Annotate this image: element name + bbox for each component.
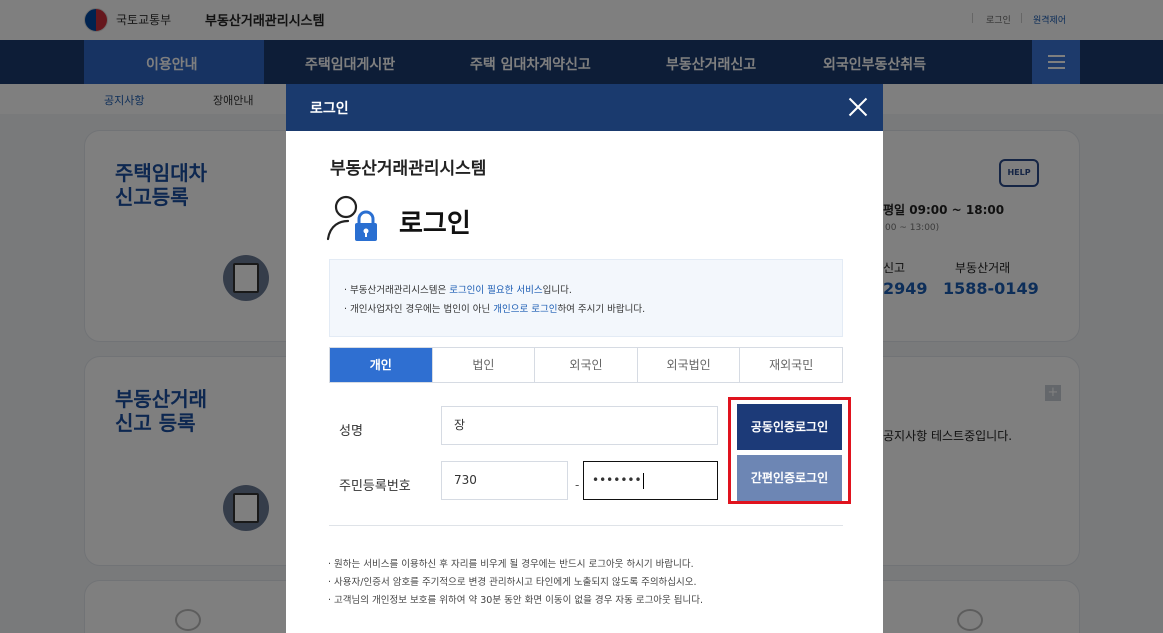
- simple-auth-login-button[interactable]: 간편인증로그인: [737, 455, 842, 501]
- name-label: 성명: [339, 424, 363, 439]
- login-notice-box: · 부동산거래관리시스템은 로그인이 필요한 서비스입니다. · 개인사업자인 …: [329, 259, 843, 337]
- tab-foreign-corporation[interactable]: 외국법인: [636, 348, 740, 382]
- close-icon[interactable]: [846, 95, 870, 119]
- rrn-label: 주민등록번호: [339, 479, 411, 494]
- login-modal: 로그인 부동산거래관리시스템 로그인 · 부동산거래관리시스템은 로그인이 필요…: [286, 84, 883, 633]
- tab-individual[interactable]: 개인: [330, 348, 432, 382]
- modal-title: 로그인: [310, 101, 349, 117]
- notice-line-2: · 개인사업자인 경우에는 법인이 아닌 개인으로 로그인하여 주시기 바랍니다…: [344, 304, 646, 315]
- user-type-tabs: 개인 법인 외국인 외국법인 재외국민: [329, 347, 843, 383]
- footer-note: · 원하는 서비스를 이용하신 후 자리를 비우게 될 경우에는 반드시 로그아…: [328, 559, 694, 570]
- system-title: 부동산거래관리시스템: [330, 159, 487, 179]
- divider: [329, 525, 843, 526]
- footer-note: · 고객님의 개인정보 보호를 위하여 약 30분 동안 화면 이동이 없을 경…: [328, 595, 704, 606]
- footer-note: · 사용자/인증서 암호를 주기적으로 변경 관리하시고 타인에게 노출되지 않…: [328, 577, 697, 588]
- login-heading: 로그인: [399, 209, 471, 239]
- tab-foreigner[interactable]: 외국인: [534, 348, 637, 382]
- user-lock-icon: [326, 195, 377, 241]
- rrn-front-input[interactable]: 730: [441, 461, 568, 500]
- joint-certificate-login-button[interactable]: 공동인증로그인: [737, 404, 842, 450]
- tab-corporation[interactable]: 법인: [431, 348, 535, 382]
- rrn-dash: -: [575, 478, 580, 492]
- name-input[interactable]: 장: [441, 406, 718, 445]
- tab-overseas-korean[interactable]: 재외국민: [739, 348, 842, 382]
- modal-header: 로그인: [286, 84, 883, 131]
- notice-line-1: · 부동산거래관리시스템은 로그인이 필요한 서비스입니다.: [344, 285, 572, 296]
- rrn-back-input[interactable]: •••••••: [583, 461, 718, 500]
